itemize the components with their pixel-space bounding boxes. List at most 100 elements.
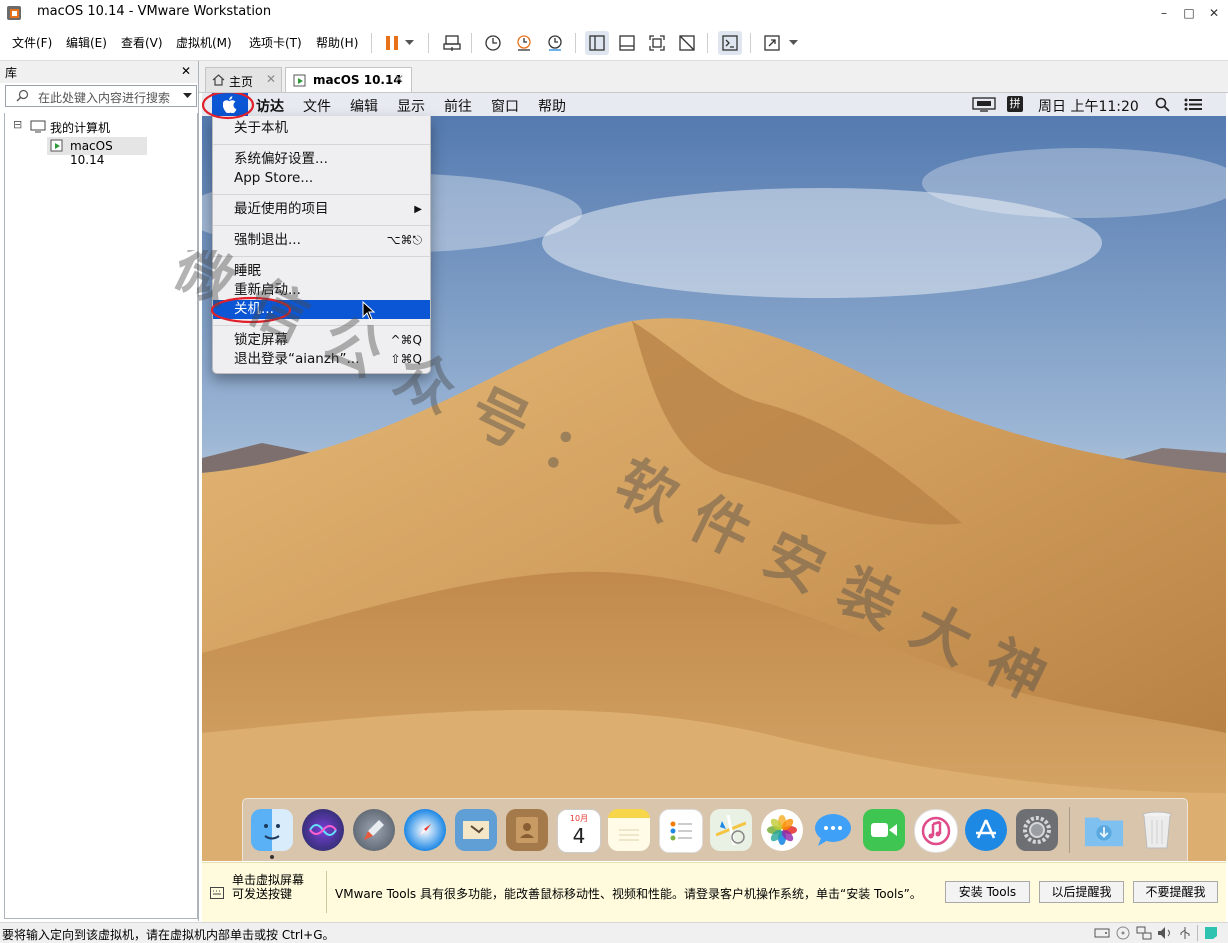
library-tree: ⊟ 我的计算机 macOS 10.14 bbox=[4, 113, 198, 919]
status-bar: 要将输入定向到该虚拟机，请在虚拟机内部单击或按 Ctrl+G。 bbox=[0, 922, 1228, 943]
siri-icon[interactable] bbox=[302, 809, 344, 851]
revert-snapshot-icon[interactable] bbox=[512, 31, 536, 55]
console-icon[interactable] bbox=[718, 31, 742, 55]
tab-macos-label: macOS 10.14 bbox=[313, 73, 402, 87]
vm-icon bbox=[293, 74, 306, 87]
menu-view[interactable]: 查看(V) bbox=[121, 34, 163, 51]
library-close-icon[interactable]: ✕ bbox=[181, 64, 191, 78]
facetime-icon[interactable] bbox=[863, 809, 905, 851]
notes-icon[interactable] bbox=[608, 809, 650, 851]
tab-home-label: 主页 bbox=[229, 75, 254, 89]
menu-item-lock-screen[interactable]: 锁定屏幕 ^⌘Q bbox=[213, 331, 430, 350]
stretch-icon[interactable] bbox=[760, 31, 784, 55]
notification-center-icon[interactable] bbox=[1184, 98, 1202, 111]
install-tools-button[interactable]: 安装 Tools bbox=[945, 881, 1030, 903]
reminders-icon[interactable] bbox=[659, 809, 703, 853]
chevron-down-icon[interactable] bbox=[785, 31, 801, 55]
input-method-icon[interactable]: 拼 bbox=[1007, 96, 1023, 112]
dock-separator bbox=[1069, 807, 1070, 853]
tree-item-macos-label: macOS 10.14 bbox=[70, 139, 113, 167]
tab-bar: 主页 ✕ macOS 10.14 ✕ bbox=[199, 61, 1228, 93]
status-text: 要将输入定向到该虚拟机，请在虚拟机内部单击或按 Ctrl+G。 bbox=[2, 928, 335, 942]
title-bar: macOS 10.14 - VMware Workstation – □ ✕ bbox=[0, 0, 1228, 26]
toolbar-separator bbox=[575, 33, 576, 53]
fullscreen-icon[interactable] bbox=[645, 31, 669, 55]
photos-icon[interactable] bbox=[761, 809, 803, 851]
minimize-button[interactable]: – bbox=[1150, 2, 1178, 24]
library-search-input[interactable]: 在此处键入内容进行搜索 bbox=[5, 85, 197, 107]
running-indicator bbox=[270, 855, 274, 859]
tools-hint-line2: 可发送按键 bbox=[232, 887, 293, 901]
thumbnail-icon[interactable] bbox=[615, 31, 639, 55]
message-log-icon[interactable] bbox=[1204, 926, 1218, 940]
computer-icon bbox=[30, 120, 46, 133]
tools-message: VMware Tools 具有很多功能，能改善鼠标移动性、视频和性能。请登录客户… bbox=[335, 887, 922, 901]
sound-icon[interactable] bbox=[1157, 926, 1173, 940]
app-store-icon[interactable] bbox=[965, 809, 1007, 851]
cd-dvd-icon[interactable] bbox=[1116, 926, 1130, 940]
tools-hint-line1: 单击虚拟屏幕 bbox=[232, 873, 305, 887]
vmware-tools-bar: 单击虚拟屏幕 可发送按键 VMware Tools 具有很多功能，能改善鼠标移动… bbox=[202, 862, 1226, 922]
tree-item-macos[interactable]: macOS 10.14 bbox=[47, 137, 147, 167]
contacts-icon[interactable] bbox=[506, 809, 548, 851]
mac-clock[interactable]: 周日 上午11:20 bbox=[1038, 96, 1139, 116]
vm-screen[interactable]: 访达 文件 编辑 显示 前往 窗口 帮助 拼 周日 上午11:20 关于本机 系… bbox=[202, 93, 1226, 861]
chevron-down-icon[interactable] bbox=[401, 31, 417, 55]
unity-icon[interactable] bbox=[675, 31, 699, 55]
status-divider bbox=[1197, 925, 1198, 941]
mac-menu-help[interactable]: 帮助 bbox=[538, 96, 566, 116]
messages-icon[interactable] bbox=[812, 809, 854, 851]
search-icon bbox=[16, 89, 29, 102]
calendar-icon[interactable]: 10月 4 bbox=[557, 809, 601, 853]
chevron-down-icon[interactable] bbox=[183, 93, 192, 99]
snapshot-manager-icon[interactable] bbox=[543, 31, 567, 55]
tab-close-icon[interactable]: ✕ bbox=[266, 72, 276, 86]
vmware-app-icon bbox=[7, 6, 21, 20]
maps-icon[interactable] bbox=[710, 809, 752, 851]
tools-hint: 单击虚拟屏幕 可发送按键 bbox=[232, 873, 304, 901]
finder-icon[interactable] bbox=[251, 809, 293, 851]
menu-tabs[interactable]: 选项卡(T) bbox=[249, 34, 302, 51]
library-title: 库 bbox=[5, 66, 18, 80]
tab-macos[interactable]: macOS 10.14 ✕ bbox=[285, 67, 412, 92]
library-header: 库 ✕ bbox=[0, 61, 198, 83]
tab-home[interactable]: 主页 ✕ bbox=[205, 67, 282, 92]
menu-item-logout[interactable]: 退出登录“aianzh”... ⇧⌘Q bbox=[213, 350, 430, 369]
toolbar-separator bbox=[428, 33, 429, 53]
spotlight-icon[interactable] bbox=[1155, 97, 1170, 112]
tab-close-icon[interactable]: ✕ bbox=[394, 72, 404, 86]
menu-edit[interactable]: 编辑(E) bbox=[66, 34, 107, 51]
itunes-icon[interactable] bbox=[914, 809, 958, 853]
toolbar-separator bbox=[471, 33, 472, 53]
window-title: macOS 10.14 - VMware Workstation bbox=[37, 4, 272, 19]
toolbar-separator bbox=[750, 33, 751, 53]
menu-help[interactable]: 帮助(H) bbox=[316, 34, 358, 51]
system-preferences-icon[interactable] bbox=[1016, 809, 1058, 851]
trash-icon[interactable] bbox=[1136, 809, 1178, 851]
show-library-icon[interactable] bbox=[585, 31, 609, 55]
never-remind-button[interactable]: 不要提醒我 bbox=[1133, 881, 1218, 903]
calendar-day: 4 bbox=[572, 824, 586, 848]
mouse-cursor-icon bbox=[362, 301, 376, 321]
vm-icon bbox=[50, 139, 63, 152]
maximize-button[interactable]: □ bbox=[1175, 2, 1203, 24]
annotation-circles bbox=[202, 93, 292, 324]
usb-icon[interactable] bbox=[1178, 926, 1192, 940]
toolbar-separator bbox=[371, 33, 372, 53]
downloads-icon[interactable] bbox=[1083, 809, 1125, 851]
menu-vm[interactable]: 虚拟机(M) bbox=[176, 34, 232, 51]
tree-item-my-computer[interactable]: 我的计算机 bbox=[50, 119, 110, 136]
remind-later-button[interactable]: 以后提醒我 bbox=[1039, 881, 1124, 903]
display-mirroring-icon[interactable] bbox=[972, 97, 996, 112]
close-button[interactable]: ✕ bbox=[1200, 2, 1228, 24]
hard-disk-icon[interactable] bbox=[1094, 926, 1110, 939]
send-ctrl-alt-del-icon[interactable] bbox=[440, 31, 464, 55]
safari-icon[interactable] bbox=[404, 809, 446, 851]
tree-collapse-icon[interactable]: ⊟ bbox=[13, 118, 22, 131]
mail-icon[interactable] bbox=[455, 809, 497, 851]
launchpad-icon[interactable] bbox=[353, 809, 395, 851]
tools-divider bbox=[326, 871, 327, 913]
snapshot-icon[interactable] bbox=[481, 31, 505, 55]
network-icon[interactable] bbox=[1136, 926, 1152, 940]
menu-file[interactable]: 文件(F) bbox=[12, 34, 52, 51]
